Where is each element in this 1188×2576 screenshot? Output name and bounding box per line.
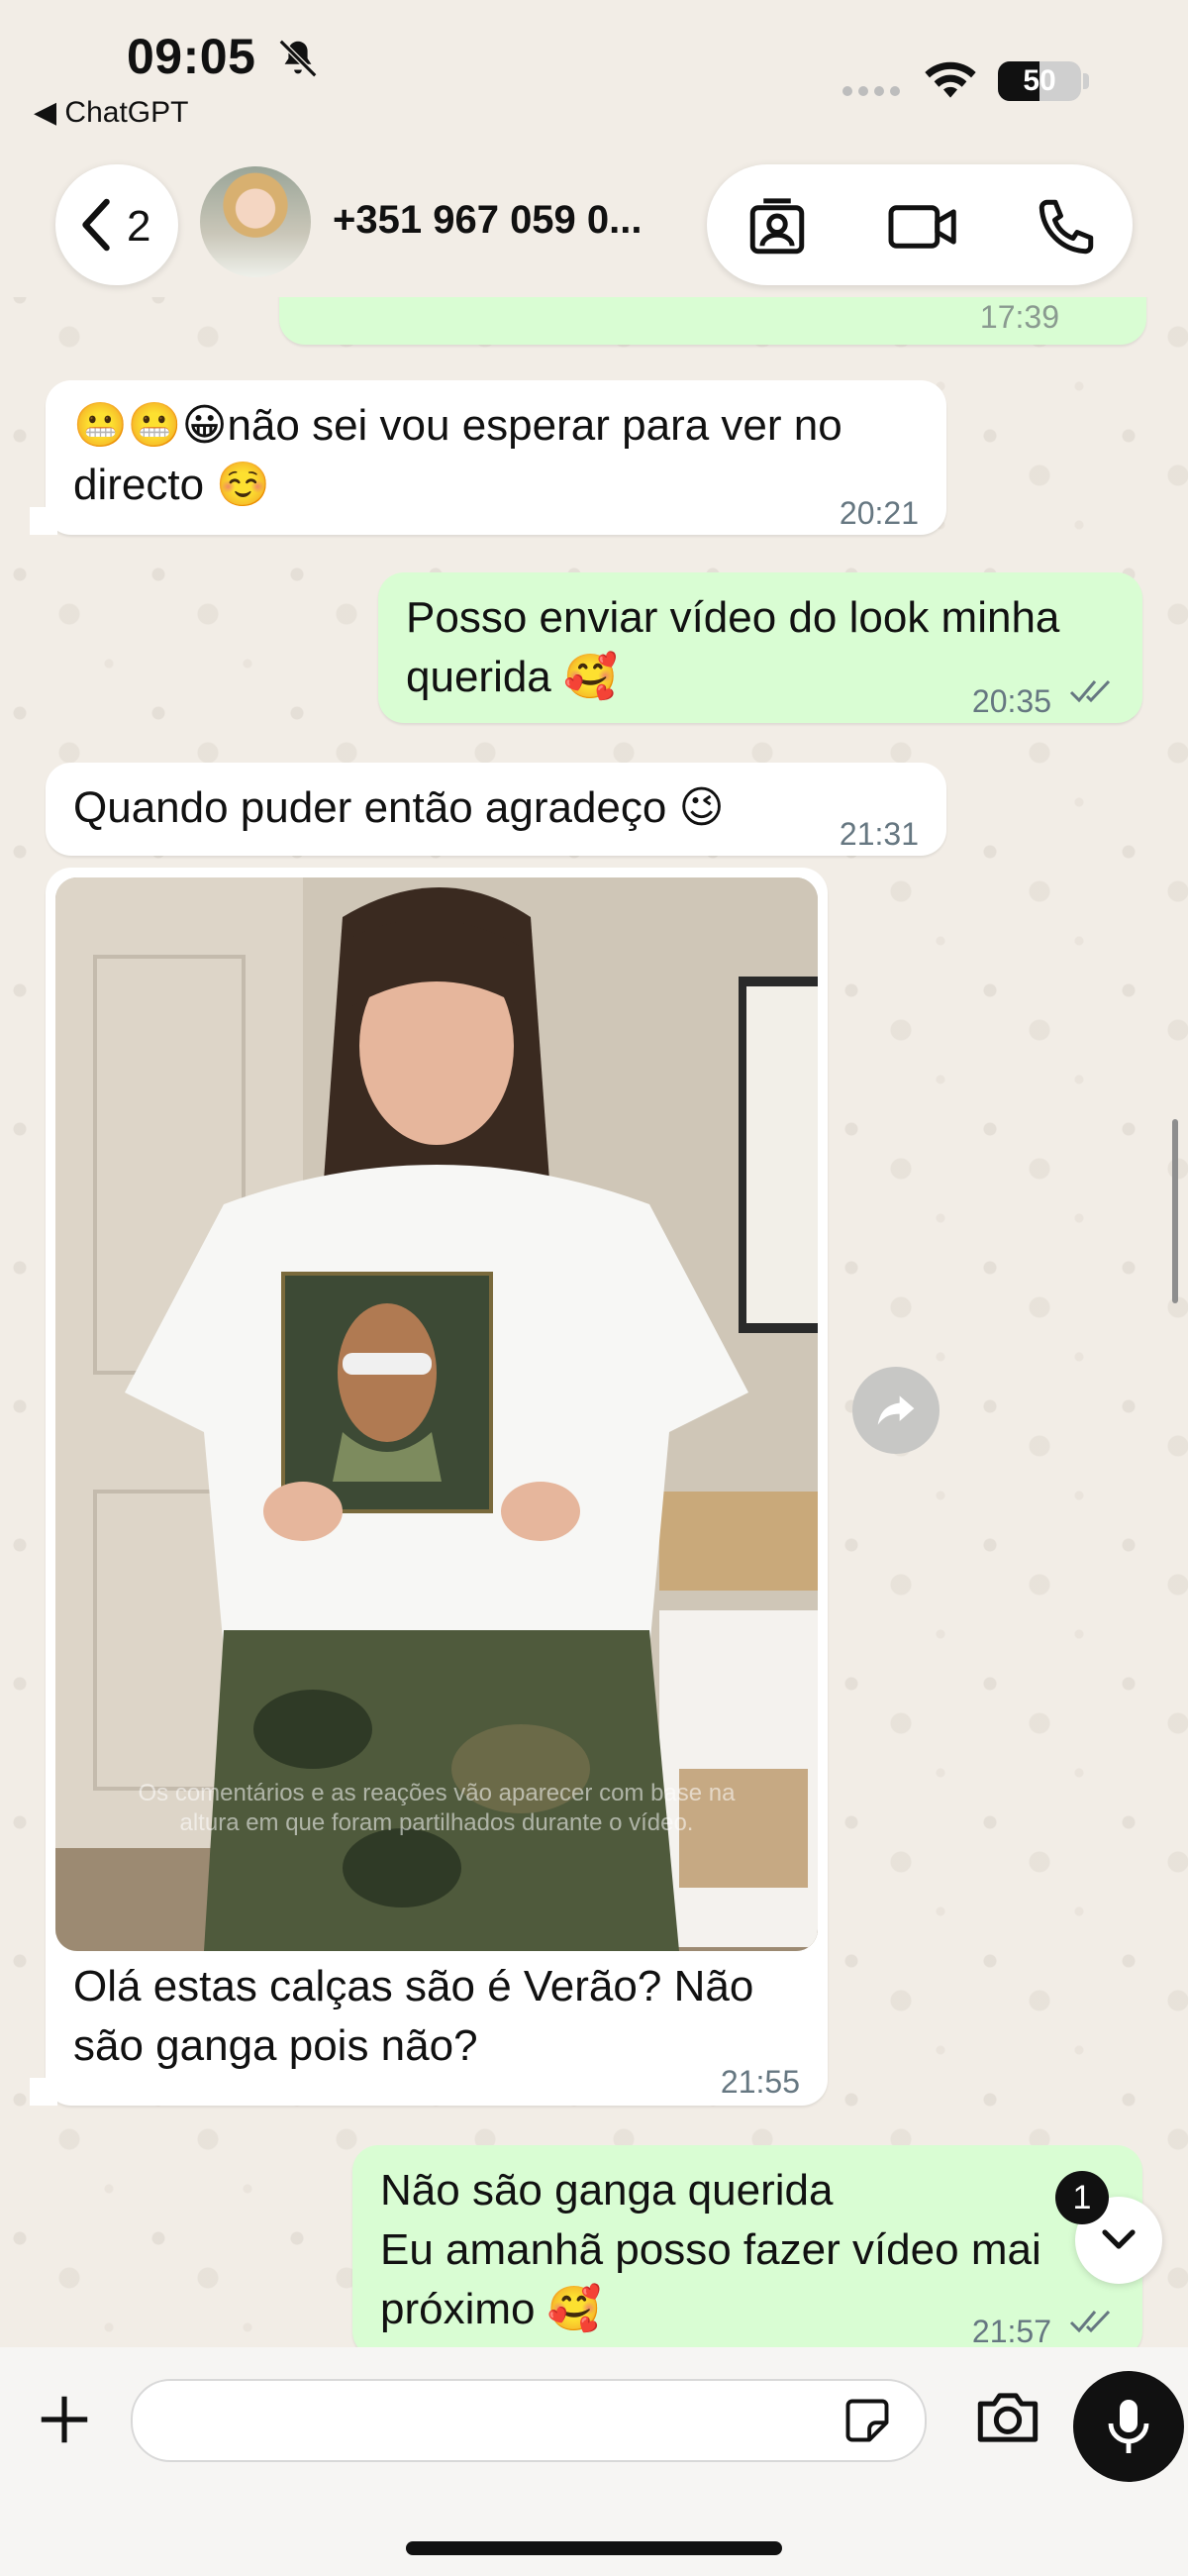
battery-tip xyxy=(1083,73,1089,89)
battery-icon: 50 xyxy=(998,61,1081,101)
back-to-app-link[interactable]: ◀ ChatGPT xyxy=(34,95,188,130)
message-text: Olá estas calças são é Verão? Não são ga… xyxy=(73,1962,754,2070)
sticker-icon[interactable] xyxy=(842,2395,893,2446)
message-bubble-outgoing[interactable]: Não são ganga querida Eu amanhã posso fa… xyxy=(352,2145,1142,2357)
message-time: 21:55 xyxy=(720,2064,800,2100)
status-time: 09:05 xyxy=(127,29,256,84)
contact-name[interactable]: +351 967 059 0... xyxy=(333,198,643,243)
message-time: 20:35 xyxy=(971,683,1051,719)
message-input[interactable] xyxy=(162,2395,840,2446)
chat-header: 2 +351 967 059 0... xyxy=(0,149,1188,297)
chevron-left-icon xyxy=(82,198,110,252)
microphone-icon xyxy=(1108,2400,1149,2453)
chevron-down-icon xyxy=(1102,2229,1136,2249)
phone-icon[interactable] xyxy=(1034,194,1099,259)
message-bubble-incoming[interactable]: Quando puder então agradeço 😉 21:31 xyxy=(46,763,946,856)
unread-chats-count: 2 xyxy=(127,202,151,251)
double-check-icon xyxy=(1069,2310,1111,2333)
forward-icon xyxy=(877,1395,915,1425)
microphone-button[interactable] xyxy=(1073,2371,1184,2482)
wifi-icon xyxy=(925,61,976,98)
message-time: 21:31 xyxy=(839,816,919,852)
message-text: Posso enviar vídeo do look minha querida… xyxy=(406,593,1060,701)
video-thumbnail[interactable]: Os comentários e as reações vão aparecer… xyxy=(55,877,818,1951)
message-input-field[interactable] xyxy=(131,2379,927,2462)
contact-card-icon[interactable] xyxy=(744,194,810,259)
message-bubble-outgoing[interactable]: Posso enviar vídeo do look minha querida… xyxy=(378,572,1142,723)
camera-icon[interactable] xyxy=(972,2387,1043,2448)
message-text: Não são ganga querida Eu amanhã posso fa… xyxy=(380,2166,1041,2333)
video-overlay-text: Os comentários e as reações vão aparecer… xyxy=(138,1780,736,1836)
forward-button[interactable] xyxy=(852,1367,940,1454)
status-bar: 09:05 ◀ ChatGPT 50 xyxy=(0,0,1188,149)
contact-avatar[interactable] xyxy=(200,166,311,277)
message-text: 😬😬😀não sei vou esperar para ver no direc… xyxy=(73,401,842,509)
home-indicator xyxy=(406,2541,782,2555)
plus-icon[interactable] xyxy=(34,2389,95,2450)
bubble-tail xyxy=(30,507,57,535)
message-time: 20:21 xyxy=(839,495,919,531)
bell-off-icon xyxy=(278,39,318,78)
cellular-signal-icon xyxy=(842,86,900,96)
unread-badge: 1 xyxy=(1055,2171,1109,2224)
battery-level: 50 xyxy=(1023,64,1056,97)
message-text: Quando puder então agradeço 😉 xyxy=(73,783,725,832)
double-check-icon xyxy=(1069,679,1111,703)
back-button[interactable]: 2 xyxy=(55,164,178,285)
message-bubble-incoming[interactable]: 😬😬😀não sei vou esperar para ver no direc… xyxy=(46,380,946,535)
video-call-icon[interactable] xyxy=(885,194,962,259)
call-actions xyxy=(707,164,1133,285)
scrollbar[interactable] xyxy=(1172,1119,1178,1303)
bubble-tail xyxy=(30,2078,57,2106)
video-message-bubble[interactable]: Os comentários e as reações vão aparecer… xyxy=(46,868,828,2106)
